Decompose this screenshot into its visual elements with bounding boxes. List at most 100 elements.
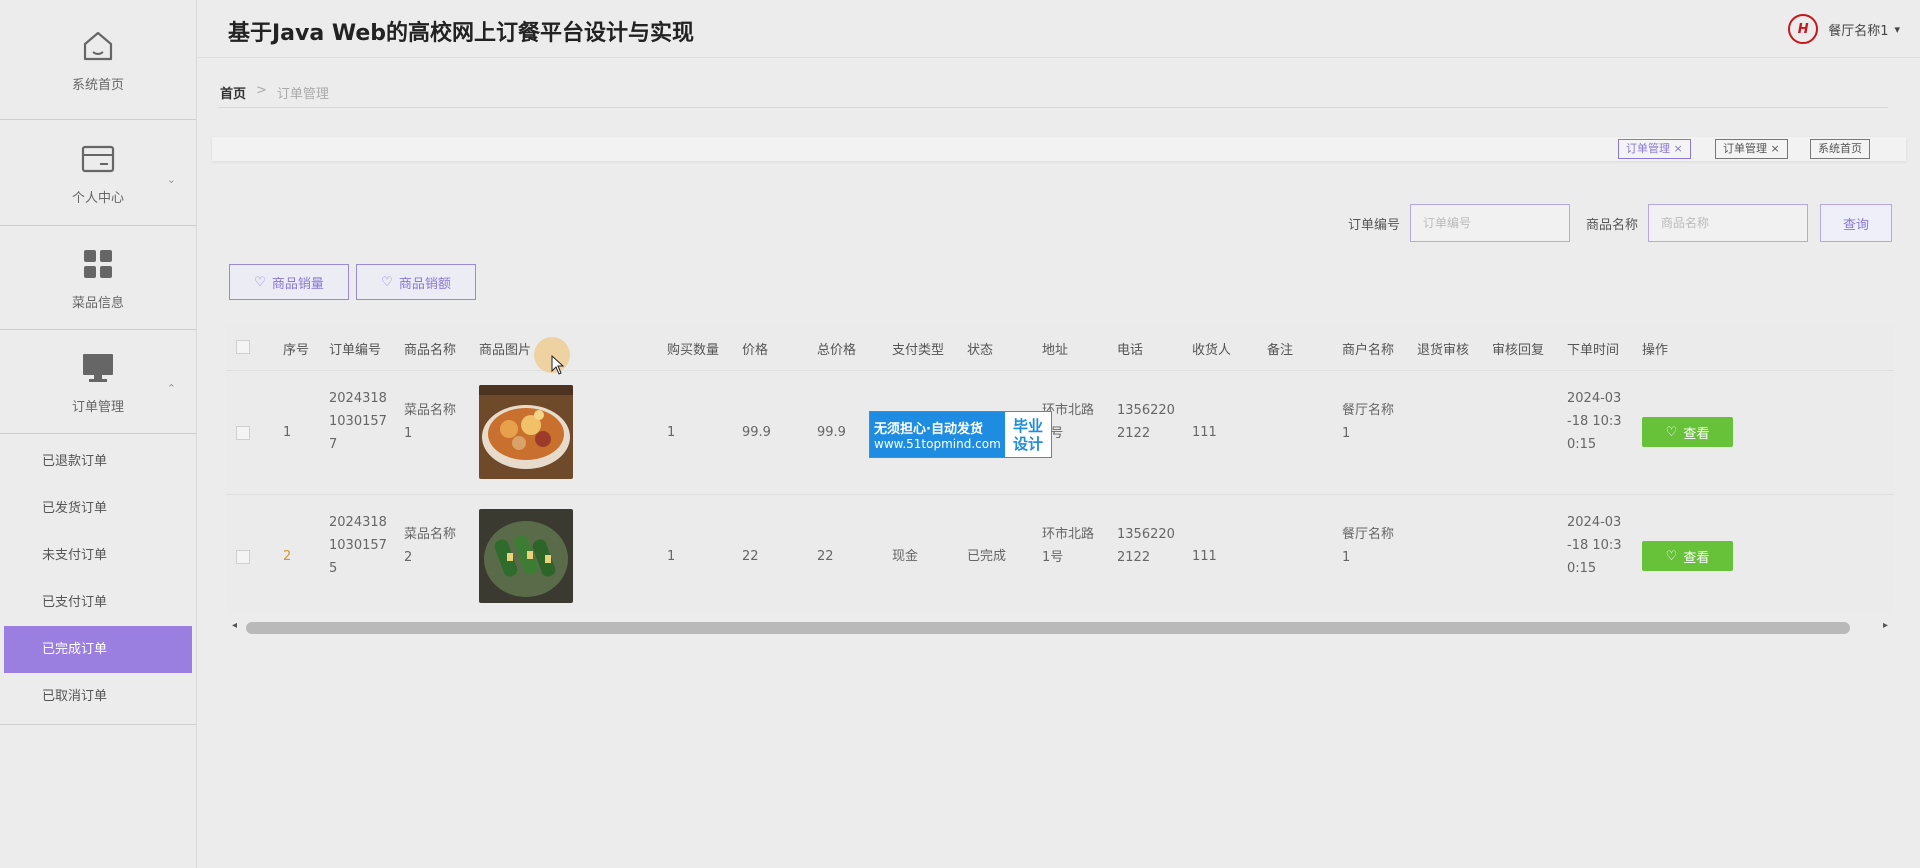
row-checkbox[interactable]	[236, 426, 250, 440]
watermark-right2: 设计	[1012, 434, 1043, 453]
heart-icon: ♡	[1665, 424, 1678, 440]
cell-price: 99.9	[742, 425, 771, 440]
cell-qty: 1	[667, 425, 676, 440]
order-no-input[interactable]	[1409, 204, 1570, 242]
th-price: 价格	[742, 343, 769, 358]
submenu-refunded[interactable]: 已退款订单	[0, 438, 196, 485]
tag-order-management-active[interactable]: 订单管理 ×	[1618, 139, 1691, 159]
watermark-right: 毕业 设计	[1005, 412, 1051, 457]
cell-order-no: 2024318 1030157 7	[329, 391, 387, 452]
heart-icon: ♡	[1665, 548, 1678, 564]
th-status: 状态	[967, 343, 994, 358]
sidebar-item-orders[interactable]: 订单管理 ⌃	[0, 330, 196, 434]
cell-seq: 1	[283, 425, 292, 440]
cell-product: 菜品名称 1	[404, 403, 457, 441]
sidebar-item-personal[interactable]: 个人中心 ⌄	[0, 120, 196, 226]
cell-phone: 1356220 2122	[1117, 403, 1175, 441]
cell-total: 99.9	[817, 425, 846, 440]
grid-icon	[78, 244, 118, 284]
order-no-label: 订单编号	[1347, 217, 1400, 233]
th-receiver: 收货人	[1192, 343, 1232, 358]
cell-receiver: 111	[1192, 425, 1217, 440]
horizontal-scrollbar[interactable]: ◂ ▸	[228, 618, 1892, 636]
select-all-checkbox[interactable]	[236, 340, 250, 354]
th-remark: 备注	[1267, 343, 1294, 358]
order-submenu: 已退款订单 已发货订单 未支付订单 已支付订单 已完成订单 已取消订单	[0, 434, 196, 725]
watermark-right1: 毕业	[1012, 416, 1043, 435]
cell-merchant: 餐厅名称 1	[1342, 527, 1395, 565]
th-order-no: 订单编号	[329, 343, 382, 358]
product-input[interactable]	[1648, 204, 1808, 242]
cell-phone: 1356220 2122	[1117, 527, 1175, 565]
sidebar-item-home[interactable]: 系统首页	[0, 0, 196, 120]
heart-icon: ♡	[381, 274, 393, 290]
food-image	[479, 385, 573, 479]
th-review-reply: 审核回复	[1492, 343, 1545, 358]
th-pay-type: 支付类型	[892, 343, 945, 358]
home-icon	[78, 26, 118, 66]
cell-order-time: 2024-03 -18 10:3 0:15	[1567, 391, 1622, 452]
sales-qty-button[interactable]: ♡ 商品销量	[229, 264, 349, 300]
top-header: 基于Java Web的高校网上订餐平台设计与实现 H 餐厅名称1 ▾	[198, 0, 1920, 58]
view-button[interactable]: ♡ 查看	[1642, 417, 1733, 447]
breadcrumb-current: 订单管理	[276, 87, 329, 102]
table-header: 序号 订单编号 商品名称 商品图片 购买数量 价格 总价格 支付类型 状态 地址…	[226, 324, 1894, 370]
submenu-completed[interactable]: 已完成订单	[4, 626, 192, 673]
user-name: 餐厅名称1	[1828, 23, 1889, 39]
cell-address: 环市北路 1号	[1042, 527, 1095, 565]
cell-order-no: 2024318 1030157 5	[329, 515, 387, 576]
cell-seq: 2	[283, 549, 292, 564]
page-title: 基于Java Web的高校网上订餐平台设计与实现	[228, 21, 695, 46]
th-phone: 电话	[1117, 343, 1144, 358]
sidebar-label-home: 系统首页	[71, 78, 124, 93]
table-row: 1 2024318 1030157 7 菜品名称 1 1 99.9 99.9 环…	[226, 370, 1894, 494]
th-qty: 购买数量	[667, 343, 720, 358]
sales-amount-button[interactable]: ♡ 商品销额	[356, 264, 476, 300]
cell-receiver: 111	[1192, 549, 1217, 564]
sidebar-item-dishes[interactable]: 菜品信息	[0, 226, 196, 330]
watermark-line2: www.51topmind.com	[874, 437, 1001, 451]
tag-bar: 订单管理 × 订单管理 × 系统首页	[212, 137, 1906, 161]
cell-merchant: 餐厅名称 1	[1342, 403, 1395, 441]
watermark-line1: 无须担心·自动发货	[874, 422, 983, 437]
th-total: 总价格	[817, 343, 857, 358]
sidebar-label-orders: 订单管理	[71, 400, 124, 415]
logo-icon: H	[1788, 14, 1819, 44]
cell-order-time: 2024-03 -18 10:3 0:15	[1567, 515, 1622, 576]
tag-home[interactable]: 系统首页	[1810, 139, 1870, 159]
breadcrumb-home[interactable]: 首页	[220, 83, 246, 102]
scroll-right-icon[interactable]: ▸	[1883, 620, 1888, 631]
row-checkbox[interactable]	[236, 550, 250, 564]
table-row: 2 2024318 1030157 5 菜品名称 2 1 22 22 现金 已完成 环…	[226, 494, 1894, 614]
sidebar-label-dishes: 菜品信息	[71, 296, 124, 311]
th-product: 商品名称	[404, 343, 457, 358]
cell-total: 22	[817, 549, 834, 564]
user-menu[interactable]: H 餐厅名称1 ▾	[1788, 14, 1900, 44]
chevron-down-icon: ⌄	[166, 172, 176, 186]
food-image	[479, 509, 573, 603]
submenu-shipped[interactable]: 已发货订单	[0, 485, 196, 532]
submenu-unpaid[interactable]: 未支付订单	[0, 532, 196, 579]
cell-status: 已完成	[967, 549, 1007, 564]
sidebar: 系统首页 个人中心 ⌄ 菜品信息 订单管理 ⌃ 已退款订单 已发货订单 未支付订…	[0, 0, 197, 868]
heart-icon: ♡	[254, 274, 266, 290]
scroll-thumb[interactable]	[246, 622, 1850, 634]
cell-product: 菜品名称 2	[404, 527, 457, 565]
card-icon	[78, 139, 118, 179]
caret-down-icon: ▾	[1894, 22, 1900, 36]
query-button[interactable]: 查询	[1820, 204, 1892, 242]
scroll-left-icon[interactable]: ◂	[232, 620, 237, 631]
th-merchant: 商户名称	[1342, 343, 1395, 358]
view-button[interactable]: ♡ 查看	[1642, 541, 1733, 571]
submenu-paid[interactable]: 已支付订单	[0, 579, 196, 626]
th-address: 地址	[1042, 343, 1069, 358]
monitor-icon	[78, 348, 118, 388]
sales-qty-label: 商品销量	[271, 276, 324, 292]
th-order-time: 下单时间	[1567, 343, 1620, 358]
tag-order-management[interactable]: 订单管理 ×	[1715, 139, 1788, 159]
th-ops: 操作	[1642, 343, 1669, 358]
th-refund-review: 退货审核	[1417, 343, 1470, 358]
mouse-cursor-icon	[551, 354, 565, 379]
submenu-cancelled[interactable]: 已取消订单	[0, 673, 196, 720]
watermark-badge: 无须担心·自动发货 www.51topmind.com 毕业 设计	[869, 411, 1052, 458]
